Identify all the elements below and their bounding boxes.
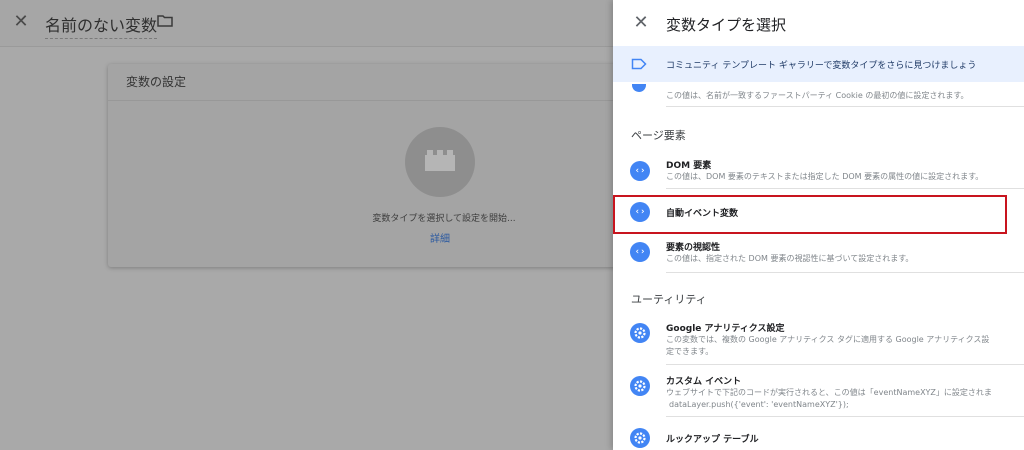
close-icon[interactable]: ✕	[11, 12, 31, 32]
variable-name-title[interactable]: 名前のない変数	[45, 12, 158, 39]
divider	[666, 272, 1024, 273]
section-title-utilities: ユーティリティ	[631, 293, 707, 306]
divider	[666, 416, 1024, 417]
gear-icon	[630, 376, 650, 396]
divider	[666, 364, 1024, 365]
card-header: 変数の設定	[108, 64, 638, 101]
item-name: DOM 要素	[666, 161, 712, 171]
code-icon: ‹›	[630, 161, 650, 181]
variable-type-element-visibility[interactable]: ‹› 要素の視認性 この値は、指定された DOM 要素の視認性に基づいて設定され…	[613, 236, 1024, 276]
placeholder-text: 変数タイプを選択して設定を開始...	[372, 214, 516, 224]
gear-icon	[630, 428, 650, 448]
item-description: この値は、名前が一致するファーストパーティ Cookie の最初の値に設定されま…	[666, 91, 969, 100]
item-description-continued: 定できます。	[666, 347, 714, 356]
item-description: この変数では、複数の Google アナリティクス タグに適用する Google…	[666, 335, 990, 344]
variable-placeholder-icon	[405, 127, 475, 197]
gear-icon	[630, 323, 650, 343]
variable-type-dom-element[interactable]: ‹› DOM 要素 この値は、DOM 要素のテキストまたは指定した DOM 要素…	[613, 152, 1024, 192]
variable-type-ga-settings[interactable]: Google アナリティクス設定 この変数では、複数の Google アナリティ…	[613, 316, 1024, 366]
code-icon: ‹›	[630, 242, 650, 262]
banner-text: コミュニティ テンプレート ギャラリーで変数タイプをさらに見つけましょう	[666, 61, 977, 71]
item-description: この値は、DOM 要素のテキストまたは指定した DOM 要素の属性の値に設定され…	[666, 172, 984, 181]
panel-header: ✕ 変数タイプを選択	[613, 0, 1024, 46]
cookie-icon	[632, 84, 646, 92]
item-description: この値は、指定された DOM 要素の視認性に基づいて設定されます。	[666, 254, 914, 263]
details-link[interactable]: 詳細	[418, 230, 462, 245]
panel-title: 変数タイプを選択	[666, 16, 787, 34]
item-name: 要素の視認性	[666, 243, 721, 253]
item-description: ウェブサイトで下記のコードが実行されると、この値は「eventNameXYZ」に…	[666, 388, 992, 397]
community-gallery-banner[interactable]: コミュニティ テンプレート ギャラリーで変数タイプをさらに見つけましょう	[613, 46, 1024, 82]
divider	[666, 106, 1024, 107]
tag-icon	[631, 58, 647, 70]
highlight-box	[613, 195, 1007, 234]
block-icon	[425, 150, 455, 171]
divider	[666, 188, 1024, 189]
variable-type-custom-event[interactable]: カスタム イベント ウェブサイトで下記のコードが実行されると、この値は「even…	[613, 370, 1024, 420]
item-name: カスタム イベント	[666, 377, 742, 387]
item-name: ルックアップ テーブル	[666, 435, 759, 445]
editor-topbar: ✕ 名前のない変数	[0, 0, 613, 47]
list-item[interactable]: この値は、名前が一致するファーストパーティ Cookie の最初の値に設定されま…	[613, 82, 1024, 108]
section-title-page-elements: ページ要素	[631, 129, 686, 142]
panel-close-icon[interactable]: ✕	[631, 13, 651, 33]
variable-type-lookup-table[interactable]: ルックアップ テーブル	[613, 425, 1024, 450]
folder-icon[interactable]	[157, 15, 173, 27]
item-description-code: dataLayer.push({'event': 'eventNameXYZ'}…	[669, 400, 849, 409]
variable-config-card[interactable]: 変数の設定 変数タイプを選択して設定を開始... 詳細	[108, 64, 638, 267]
item-name: Google アナリティクス設定	[666, 324, 785, 334]
